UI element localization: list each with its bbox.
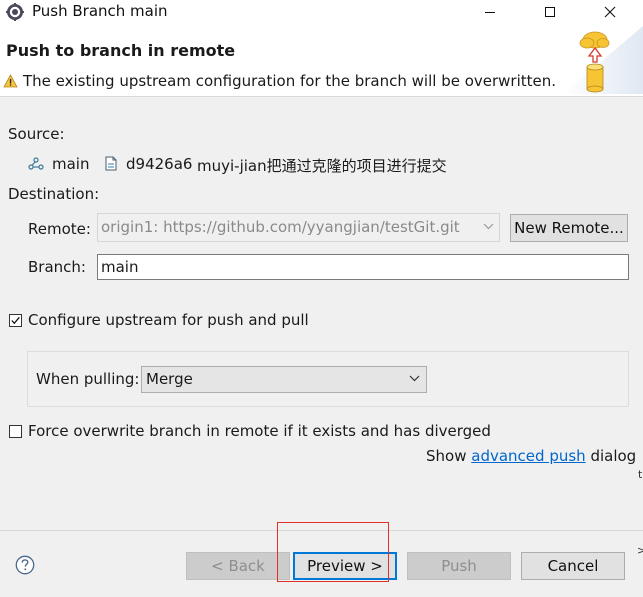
push-button[interactable]: Push — [407, 552, 511, 580]
warning-icon — [3, 74, 18, 88]
when-pulling-label: When pulling: — [36, 370, 140, 388]
configure-upstream-checkbox[interactable] — [9, 314, 22, 327]
advanced-push-line: Show advanced push dialog — [426, 447, 636, 465]
minimize-button[interactable] — [467, 0, 513, 24]
remote-combo[interactable]: origin1: https://github.com/yyangjian/te… — [97, 213, 500, 242]
title-bar: Push Branch main — [0, 0, 643, 25]
checkmark-icon — [11, 316, 20, 325]
source-branch-name: main — [52, 155, 90, 173]
source-label: Source: — [8, 125, 65, 143]
background-window-edge-glyph: t — [638, 468, 643, 481]
advanced-prefix: Show — [426, 447, 467, 465]
background-window-edge-glyph: > — [637, 544, 643, 557]
chevron-down-icon — [409, 375, 420, 382]
window-title: Push Branch main — [32, 2, 168, 20]
chevron-down-icon — [483, 223, 494, 230]
close-icon — [604, 6, 616, 18]
destination-label: Destination: — [8, 185, 100, 203]
new-remote-button[interactable]: New Remote... — [510, 214, 628, 242]
advanced-push-link[interactable]: advanced push — [471, 447, 585, 465]
preview-button[interactable]: Preview > — [293, 552, 397, 580]
branch-input[interactable]: main — [97, 254, 629, 280]
close-button[interactable] — [587, 0, 633, 24]
remote-combo-value: origin1: https://github.com/yyangjian/te… — [101, 218, 460, 236]
eclipse-gear-icon — [6, 3, 24, 21]
maximize-icon — [545, 7, 555, 17]
configure-upstream-label[interactable]: Configure upstream for push and pull — [28, 311, 309, 329]
warning-text: The existing upstream configuration for … — [23, 72, 557, 90]
push-to-cloud-icon — [563, 26, 643, 94]
button-bar-separator — [0, 530, 643, 531]
source-commit-message: muyi-jian把通过克隆的项目进行提交 — [197, 157, 447, 175]
remote-label: Remote: — [28, 220, 91, 238]
source-commit-id: d9426a6 — [126, 155, 193, 173]
dialog-heading: Push to branch in remote — [6, 41, 236, 60]
dialog-header: Push to branch in remote The existing up… — [0, 24, 643, 97]
branch-label: Branch: — [28, 258, 86, 276]
warning-message: The existing upstream configuration for … — [3, 72, 556, 90]
force-overwrite-label[interactable]: Force overwrite branch in remote if it e… — [28, 422, 491, 440]
branch-icon — [28, 157, 44, 170]
minimize-icon — [485, 12, 495, 13]
help-icon[interactable] — [15, 555, 35, 575]
force-overwrite-checkbox[interactable] — [9, 425, 22, 438]
back-button[interactable]: < Back — [186, 552, 290, 580]
maximize-button[interactable] — [527, 0, 573, 24]
cancel-button[interactable]: Cancel — [521, 552, 625, 580]
when-pulling-select[interactable]: Merge — [141, 366, 427, 393]
advanced-suffix: dialog — [590, 447, 637, 465]
push-branch-dialog: Push Branch main Push to branch in remot… — [0, 0, 643, 597]
when-pulling-value: Merge — [146, 370, 193, 388]
commit-icon — [105, 156, 117, 171]
